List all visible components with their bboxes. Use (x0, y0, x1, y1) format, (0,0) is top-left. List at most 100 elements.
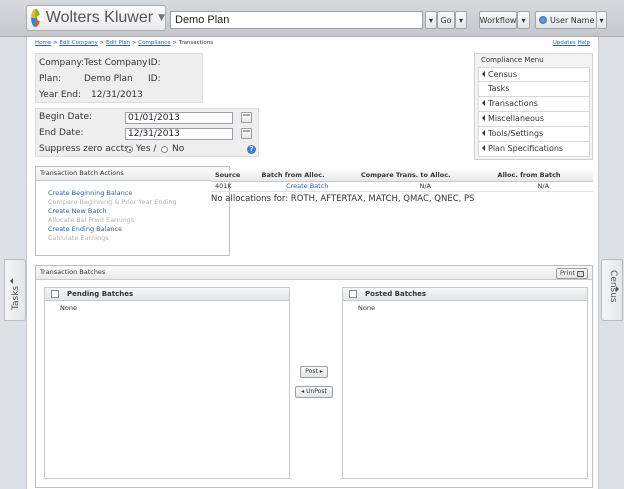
user-dropdown-button[interactable]: ▾ (597, 11, 607, 29)
caret-left-icon (482, 71, 485, 77)
suppress-no-label: No (172, 144, 185, 154)
menu-item-label: Census (488, 70, 517, 79)
create-ending-balance-link[interactable]: Create Ending Balance (48, 225, 177, 234)
company-label: Company: (39, 58, 85, 68)
chevron-down-icon: ▾ (521, 15, 526, 25)
breadcrumb-edit-company-link[interactable]: Edit Company (59, 40, 98, 46)
updates-link[interactable]: Updates (553, 40, 576, 46)
compare-trans-cell: N/A (356, 181, 494, 192)
go-dropdown-button[interactable]: ▾ (455, 11, 467, 29)
calculate-earnings-link: Calculate Earnings (48, 234, 109, 242)
calendar-icon[interactable] (241, 112, 252, 123)
plan-label: Plan: (39, 74, 62, 84)
top-links: Updates Help (553, 40, 590, 46)
end-date-input[interactable]: 12/31/2013 (125, 128, 233, 140)
plan-dropdown-button[interactable]: ▾ (425, 11, 437, 29)
date-range-box: Begin Date: 01/01/2013 End Date: 12/31/2… (35, 108, 259, 157)
census-side-tab[interactable]: Census (601, 259, 623, 321)
column-header: Compare Trans. to Alloc. (356, 170, 494, 182)
workflow-button[interactable]: Workflow (479, 11, 517, 29)
help-link[interactable]: Help (577, 40, 590, 46)
compliance-menu: Compliance Menu Census Tasks Transaction… (474, 53, 593, 160)
begin-date-input[interactable]: 01/01/2013 (125, 112, 233, 124)
pending-batches-header: Pending Batches (45, 288, 289, 301)
go-button[interactable]: Go (437, 11, 455, 29)
arrow-left-icon (10, 278, 13, 284)
suppress-yes-radio[interactable] (126, 146, 133, 153)
compliance-menu-list: Census Tasks Transactions Miscellaneous … (478, 67, 590, 157)
year-end-value: 12/31/2013 (91, 90, 143, 100)
chevron-down-icon: ▾ (599, 15, 604, 25)
alloc-from-batch-cell: N/A (493, 181, 593, 192)
allocate-bal-frwd-earnings-link: Allocate Bal Frwd Earnings (48, 216, 135, 224)
batch-actions-panel: Transaction Batch Actions Create Beginni… (35, 166, 230, 256)
brand-menu[interactable]: Wolters Kluwer ▼ (26, 5, 166, 31)
breadcrumb-compliance-link[interactable]: Compliance (138, 40, 170, 46)
help-icon[interactable]: ? (247, 145, 256, 154)
print-button[interactable]: Print (556, 268, 588, 279)
posted-batches-header: Posted Batches (343, 288, 587, 301)
brand-name: Wolters Kluwer (45, 9, 154, 26)
create-beginning-balance-link[interactable]: Create Beginning Balance (48, 189, 177, 198)
workflow-dropdown-button[interactable]: ▾ (517, 11, 530, 29)
compare-beginning-prior-link: Compare Beginning & Prior Year Ending (48, 198, 177, 206)
menu-item-label: Miscellaneous (488, 114, 545, 123)
menu-item-plan-specifications[interactable]: Plan Specifications (478, 142, 590, 157)
end-date-label: End Date: (39, 128, 84, 138)
census-tab-label: Census (608, 270, 618, 303)
posted-batches-title: Posted Batches (365, 290, 427, 298)
begin-date-label: Begin Date: (39, 112, 93, 122)
plan-info-box: Company: Test Company ID: Plan: Demo Pla… (35, 53, 203, 103)
calendar-icon[interactable] (241, 128, 252, 139)
caret-left-icon (482, 100, 485, 106)
printer-icon (577, 270, 584, 277)
print-label: Print (560, 269, 575, 277)
company-id-label: ID: (148, 58, 161, 68)
menu-item-census[interactable]: Census (478, 67, 590, 82)
create-batch-link[interactable]: Create Batch (257, 181, 357, 192)
caret-left-icon (482, 130, 485, 136)
breadcrumb-home-link[interactable]: Home (35, 40, 51, 46)
wolters-kluwer-logo (31, 9, 43, 27)
tasks-tab-label: Tasks (11, 285, 21, 310)
menu-item-transactions[interactable]: Transactions (478, 97, 590, 112)
chevron-down-icon: ▾ (458, 15, 463, 25)
unpost-button[interactable]: ◂ UnPost (295, 386, 333, 398)
menu-item-label: Plan Specifications (488, 144, 564, 153)
transaction-batches-title: Transaction Batches (36, 266, 592, 280)
company-value: Test Company (84, 58, 148, 68)
plan-selector-input[interactable]: Demo Plan (170, 11, 423, 29)
batch-actions-title: Transaction Batch Actions (36, 167, 229, 181)
posted-batches-panel: Posted Batches None (342, 287, 588, 479)
user-icon (539, 16, 547, 24)
plan-id-label: ID: (148, 74, 161, 84)
compliance-menu-title: Compliance Menu (481, 56, 544, 64)
posted-select-all-checkbox[interactable] (349, 290, 357, 298)
source-cell: 401K (211, 181, 258, 192)
allocation-table: Source Batch from Alloc. Compare Trans. … (211, 170, 593, 192)
menu-item-tools-settings[interactable]: Tools/Settings (478, 127, 590, 142)
user-name: User Name (550, 15, 595, 25)
breadcrumb-edit-plan-link[interactable]: Edit Plan (106, 40, 130, 46)
caret-left-icon (482, 115, 485, 121)
create-new-batch-link[interactable]: Create New Batch (48, 207, 177, 216)
column-header: Alloc. from Batch (493, 170, 593, 182)
menu-item-tasks[interactable]: Tasks (478, 82, 590, 97)
top-bar: Wolters Kluwer ▼ Demo Plan ▾ Go ▾ Workfl… (0, 0, 624, 37)
post-button[interactable]: Post ▸ (300, 366, 328, 378)
plan-value: Demo Plan (84, 74, 133, 84)
pending-batches-panel: Pending Batches None (44, 287, 290, 479)
caret-left-icon (482, 145, 485, 151)
breadcrumb-separator: > (97, 40, 107, 46)
batch-actions-list: Create Beginning Balance Compare Beginni… (48, 189, 177, 243)
pending-select-all-checkbox[interactable] (51, 290, 59, 298)
chevron-down-icon: ▼ (158, 13, 165, 23)
user-menu-button[interactable]: User Name (535, 11, 597, 29)
menu-item-label: Transactions (488, 99, 538, 108)
menu-item-miscellaneous[interactable]: Miscellaneous (478, 112, 590, 127)
breadcrumb-current: Transactions (178, 40, 214, 46)
pending-batches-empty: None (60, 304, 77, 312)
suppress-zero-label: Suppress zero accts: (39, 144, 132, 154)
tasks-side-tab[interactable]: Tasks (4, 259, 26, 321)
suppress-no-radio[interactable] (161, 146, 168, 153)
